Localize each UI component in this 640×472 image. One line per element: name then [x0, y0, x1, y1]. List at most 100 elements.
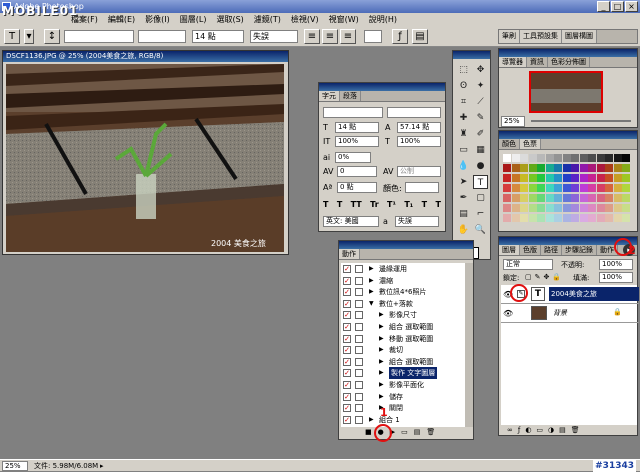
magic-wand-tool-icon[interactable]: ✦ [473, 79, 488, 93]
color-swatch[interactable] [588, 184, 596, 192]
color-swatch[interactable] [605, 204, 613, 212]
color-swatch[interactable] [562, 204, 571, 212]
font-size-field[interactable]: 14 點 [192, 30, 244, 43]
toolbox-titlebar[interactable] [453, 51, 490, 59]
color-swatch[interactable] [596, 184, 605, 192]
action-toggle-checkbox[interactable]: ✓ [343, 311, 351, 320]
subscript-button[interactable]: T₁ [404, 200, 413, 209]
color-swatch[interactable] [554, 214, 562, 222]
tab-navigator[interactable]: 導覽器 [499, 57, 527, 67]
color-swatch[interactable] [520, 164, 528, 172]
char-font-style[interactable] [387, 107, 441, 118]
action-dialog-checkbox[interactable] [355, 334, 363, 343]
action-row[interactable]: ✓ ▶ 濃縮 [341, 275, 465, 287]
tab-layers[interactable]: 圖層 [499, 245, 520, 255]
delete-layer-icon[interactable]: 🗑 [571, 426, 580, 436]
color-swatch[interactable] [571, 184, 579, 192]
tab-color[interactable]: 顏色 [499, 139, 520, 149]
color-swatch[interactable] [554, 204, 562, 212]
color-swatch[interactable] [545, 214, 554, 222]
color-swatch[interactable] [528, 194, 537, 202]
color-swatch[interactable] [562, 184, 571, 192]
expand-triangle-icon[interactable]: ▶ [369, 275, 374, 287]
color-swatch[interactable] [528, 214, 537, 222]
lock-move-icon[interactable]: ✥ [544, 273, 550, 281]
color-swatch[interactable] [588, 154, 596, 162]
tab-channels[interactable]: 色版 [520, 245, 541, 255]
history-brush-tool-icon[interactable]: ✐ [473, 127, 488, 141]
blend-mode-select[interactable]: 正常 [503, 259, 553, 270]
color-swatch[interactable] [605, 164, 613, 172]
char-aa-field[interactable]: 失誤 [395, 216, 439, 227]
dodge-tool-icon[interactable]: ● [473, 159, 488, 173]
action-toggle-checkbox[interactable]: ✓ [343, 381, 351, 389]
action-dialog-checkbox[interactable] [355, 346, 363, 355]
color-swatch[interactable] [613, 164, 622, 172]
char-baseline-field[interactable]: 0% [335, 152, 371, 163]
char-language-field[interactable]: 英文: 美國 [323, 216, 379, 227]
menu-layer[interactable]: 圖層(L) [175, 13, 212, 27]
action-row[interactable]: ✓ ▶ 製作 文字圖層 [341, 367, 465, 380]
action-dialog-checkbox[interactable] [355, 265, 363, 273]
color-swatch[interactable] [503, 174, 511, 182]
char-hscale-field[interactable]: 100% [397, 136, 441, 147]
color-swatch[interactable] [528, 204, 537, 212]
align-center-button[interactable]: ≡ [322, 29, 338, 44]
color-swatch[interactable] [545, 204, 554, 212]
char-size-field[interactable]: 14 點 [335, 122, 379, 133]
action-dialog-checkbox[interactable] [355, 357, 363, 366]
lasso-tool-icon[interactable]: ʘ [456, 79, 471, 93]
well-tab-layer-comps[interactable]: 圖層構圖 [562, 30, 597, 43]
adjustment-layer-icon[interactable]: ◑ [548, 426, 554, 436]
color-swatch[interactable] [588, 194, 596, 202]
expand-triangle-icon[interactable]: ▶ [379, 356, 384, 368]
color-swatch[interactable] [511, 184, 520, 192]
color-swatch[interactable] [554, 194, 562, 202]
navigator-zoom-slider[interactable] [531, 120, 631, 122]
color-swatch[interactable] [579, 174, 588, 182]
color-swatch[interactable] [622, 154, 630, 162]
action-toggle-checkbox[interactable]: ✓ [343, 299, 351, 308]
notes-tool-icon[interactable]: ▤ [456, 207, 471, 221]
navigator-titlebar[interactable] [499, 49, 637, 57]
actions-titlebar[interactable] [339, 241, 473, 249]
color-swatch[interactable] [622, 164, 630, 172]
action-toggle-checkbox[interactable]: ✓ [343, 334, 351, 343]
color-swatch[interactable] [579, 164, 588, 172]
color-swatch[interactable] [545, 184, 554, 192]
color-swatch[interactable] [596, 204, 605, 212]
tab-character[interactable]: 字元 [319, 91, 340, 101]
action-toggle-checkbox[interactable]: ✓ [343, 346, 351, 355]
color-swatch[interactable] [622, 194, 630, 202]
superscript-button[interactable]: T¹ [387, 200, 396, 209]
lock-paint-icon[interactable]: ✎ [535, 273, 541, 281]
expand-triangle-icon[interactable]: ▶ [369, 263, 374, 275]
color-swatch[interactable] [554, 154, 562, 162]
color-swatch[interactable] [511, 164, 520, 172]
color-swatch[interactable] [571, 204, 579, 212]
action-toggle-checkbox[interactable]: ✓ [343, 276, 351, 285]
faux-italic-button[interactable]: T [337, 200, 342, 209]
document-titlebar[interactable]: DSCF1136.JPG @ 25% (2004美食之旅, RGB/8) [3, 51, 288, 62]
brush-tool-icon[interactable]: ✎ [473, 111, 488, 125]
color-swatch[interactable] [554, 184, 562, 192]
color-swatch[interactable] [545, 174, 554, 182]
color-swatch[interactable] [605, 214, 613, 222]
document-canvas[interactable]: 2004 美食之旅 [6, 64, 284, 252]
expand-triangle-icon[interactable]: ▶ [379, 379, 384, 391]
char-shift-field[interactable]: 0 點 [337, 182, 377, 193]
action-toggle-checkbox[interactable]: ✓ [343, 369, 351, 378]
color-swatch[interactable] [528, 164, 537, 172]
action-dialog-checkbox[interactable] [355, 369, 363, 378]
warp-text-button[interactable]: ƒ [392, 29, 408, 44]
color-swatch[interactable] [613, 194, 622, 202]
pen-tool-icon[interactable]: ✒ [456, 191, 471, 205]
color-swatch[interactable] [520, 214, 528, 222]
text-orientation-button[interactable]: ↕ [44, 29, 60, 44]
char-leading-field[interactable]: 57.14 點 [397, 122, 441, 133]
color-swatch[interactable] [588, 214, 596, 222]
tab-paths[interactable]: 路徑 [541, 245, 562, 255]
action-dialog-checkbox[interactable] [355, 381, 363, 389]
color-swatch[interactable] [537, 194, 545, 202]
all-caps-button[interactable]: TT [351, 200, 362, 209]
